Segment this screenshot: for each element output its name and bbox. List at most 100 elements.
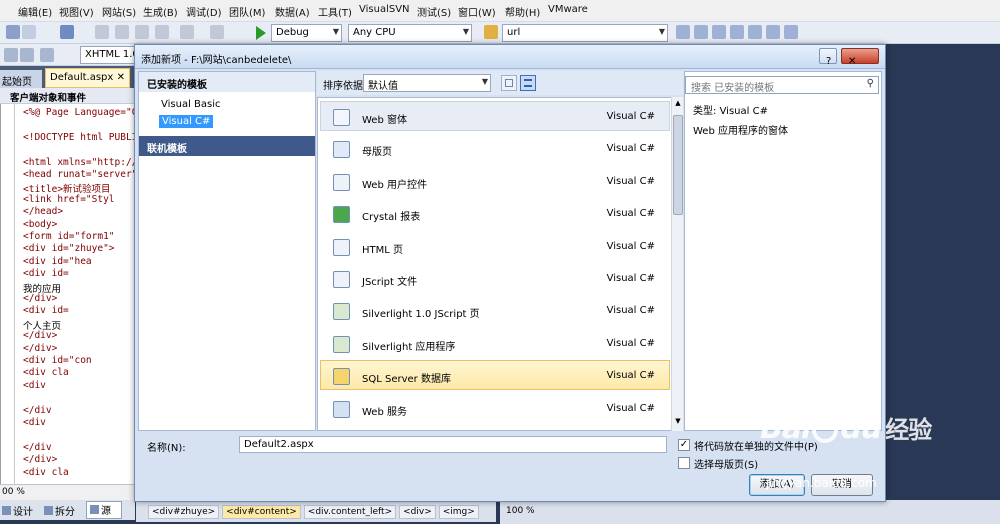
menu-item[interactable]: 网站(S) xyxy=(102,4,136,19)
separate-code-checkbox[interactable]: ✓ xyxy=(678,439,690,451)
properties-icon[interactable] xyxy=(694,25,708,39)
configuration-select[interactable]: Debug ▼ xyxy=(271,24,342,42)
find-value: url xyxy=(507,27,521,38)
sort-select[interactable]: 默认值 ▼ xyxy=(363,74,491,92)
source-view-button[interactable]: 源 xyxy=(86,501,122,519)
navigate-back-icon[interactable] xyxy=(210,25,224,39)
editor-gutter xyxy=(14,104,15,497)
category-visual-basic[interactable]: Visual Basic xyxy=(161,99,221,110)
template-item[interactable]: Silverlight 1.0 JScript 页 Visual C# xyxy=(320,295,670,325)
code-line: <div id="con xyxy=(23,355,92,366)
breadcrumb-item[interactable]: <div#zhuye> xyxy=(148,505,220,519)
template-list-scrollbar[interactable]: ▲ ▼ xyxy=(671,97,683,431)
platform-select[interactable]: Any CPU ▼ xyxy=(348,24,472,42)
watermark-brand-part1: Bai xyxy=(760,411,811,446)
menu-item[interactable]: 测试(S) xyxy=(417,4,451,19)
source-icon xyxy=(90,505,99,514)
zoom-level-secondary[interactable]: 100 % xyxy=(506,506,535,516)
scroll-down-icon[interactable]: ▼ xyxy=(673,417,683,427)
comment-icon[interactable] xyxy=(40,48,54,62)
template-item[interactable]: Silverlight 应用程序 Visual C# xyxy=(320,328,670,358)
breadcrumb-item[interactable]: <img> xyxy=(438,505,479,519)
breadcrumb-item[interactable]: <div> xyxy=(399,505,436,519)
search-templates-input[interactable]: 搜索 已安装的模板 ⚲ xyxy=(685,76,879,94)
menu-item[interactable]: 数据(A) xyxy=(275,4,310,19)
extension-icon[interactable] xyxy=(766,25,780,39)
small-icons-view-button[interactable] xyxy=(520,75,536,91)
command-window-icon[interactable] xyxy=(784,25,798,39)
redo-icon[interactable] xyxy=(180,25,194,39)
template-item[interactable]: Crystal 报表 Visual C# xyxy=(320,198,670,228)
new-project-icon[interactable] xyxy=(22,25,36,39)
code-editor[interactable]: <%@ Page Language="C <!DOCTYPE html PUBLI… xyxy=(0,104,137,497)
menu-item[interactable]: 生成(B) xyxy=(143,4,178,19)
undo-icon[interactable] xyxy=(155,25,169,39)
start-debug-icon[interactable] xyxy=(256,26,266,40)
find-combo[interactable]: url ▼ xyxy=(502,24,668,42)
category-visual-csharp-label: Visual C# xyxy=(162,116,211,127)
help-button[interactable]: ? xyxy=(819,48,837,67)
template-item[interactable]: JScript 文件 Visual C# xyxy=(320,263,670,293)
template-item[interactable]: Web 服务 Visual C# xyxy=(320,393,670,423)
split-view-button[interactable]: 拆分 xyxy=(44,503,84,519)
design-view-button[interactable]: 设计 xyxy=(2,503,42,519)
category-visual-csharp[interactable]: Visual C# xyxy=(159,115,214,128)
installed-templates-header[interactable]: 已安装的模板 xyxy=(139,72,315,92)
template-icon xyxy=(333,303,350,321)
code-line: <link href="Styl xyxy=(23,193,115,205)
template-item[interactable]: Web 用户控件 Visual C# xyxy=(320,166,670,196)
outdent-icon[interactable] xyxy=(20,48,34,62)
toolbox-icon[interactable] xyxy=(6,25,20,39)
copy-icon[interactable] xyxy=(115,25,129,39)
menu-item[interactable]: 工具(T) xyxy=(318,4,352,19)
breadcrumb-item[interactable]: <div#content> xyxy=(222,505,301,519)
type-row: 类型: Visual C# xyxy=(693,102,768,117)
view-switcher-bar: 00 % 设计 拆分 源 xyxy=(0,484,135,520)
online-templates-header[interactable]: 联机模板 xyxy=(139,136,315,156)
chevron-down-icon: ▼ xyxy=(462,27,469,36)
find-in-files-icon[interactable] xyxy=(484,25,498,39)
solution-explorer-icon[interactable] xyxy=(676,25,690,39)
start-page-icon[interactable] xyxy=(748,25,762,39)
tab-start-page[interactable]: 起始页 xyxy=(0,70,42,88)
type-label: 类型: xyxy=(693,106,717,117)
template-item[interactable]: Web 窗体 Visual C# xyxy=(320,101,670,131)
dialog-close-button[interactable]: ✕ xyxy=(841,48,879,67)
tab-default-aspx[interactable]: Default.aspx ✕ xyxy=(45,68,130,88)
doctype-select[interactable]: XHTML 1.0 xyxy=(80,46,135,64)
select-master-checkbox[interactable] xyxy=(678,457,690,469)
menu-item[interactable]: 窗口(W) xyxy=(458,4,496,19)
template-language: Visual C# xyxy=(606,240,655,252)
template-item[interactable]: HTML 页 Visual C# xyxy=(320,231,670,261)
zoom-level[interactable]: 00 % xyxy=(2,487,25,497)
menu-item[interactable]: 帮助(H) xyxy=(505,4,540,19)
object-browser-icon[interactable] xyxy=(712,25,726,39)
grid-icon xyxy=(505,79,513,87)
large-icons-view-button[interactable] xyxy=(501,75,517,91)
template-item[interactable]: SQL Server 数据库 Visual C# xyxy=(320,360,670,391)
template-item[interactable]: 母版页 Visual C# xyxy=(320,133,670,163)
menu-item[interactable]: 编辑(E) xyxy=(18,4,52,19)
indent-icon[interactable] xyxy=(4,48,18,62)
template-language: Visual C# xyxy=(606,337,655,349)
save-icon[interactable] xyxy=(60,25,74,39)
search-icon[interactable]: ⚲ xyxy=(867,78,874,89)
scroll-up-icon[interactable]: ▲ xyxy=(673,99,683,109)
close-icon[interactable]: ✕ xyxy=(117,72,125,83)
breadcrumb-item[interactable]: <div.content_left> xyxy=(303,505,397,519)
cut-icon[interactable] xyxy=(95,25,109,39)
code-line: <div cla xyxy=(23,367,69,379)
menu-item[interactable]: VMware xyxy=(548,4,588,15)
scroll-thumb[interactable] xyxy=(673,115,683,215)
menu-item[interactable]: 团队(M) xyxy=(229,4,265,19)
name-input[interactable]: Default2.aspx xyxy=(239,436,667,453)
online-templates-label: 联机模板 xyxy=(147,144,187,155)
menu-item[interactable]: VisualSVN xyxy=(359,4,410,15)
paste-icon[interactable] xyxy=(135,25,149,39)
code-line: <div xyxy=(23,417,46,428)
menu-item[interactable]: 视图(V) xyxy=(59,4,94,19)
select-master-label: 选择母版页(S) xyxy=(694,460,759,471)
client-objects-combo[interactable]: 客户端对象和事件 xyxy=(0,88,135,104)
toolbox-window-icon[interactable] xyxy=(730,25,744,39)
menu-item[interactable]: 调试(D) xyxy=(186,4,222,19)
